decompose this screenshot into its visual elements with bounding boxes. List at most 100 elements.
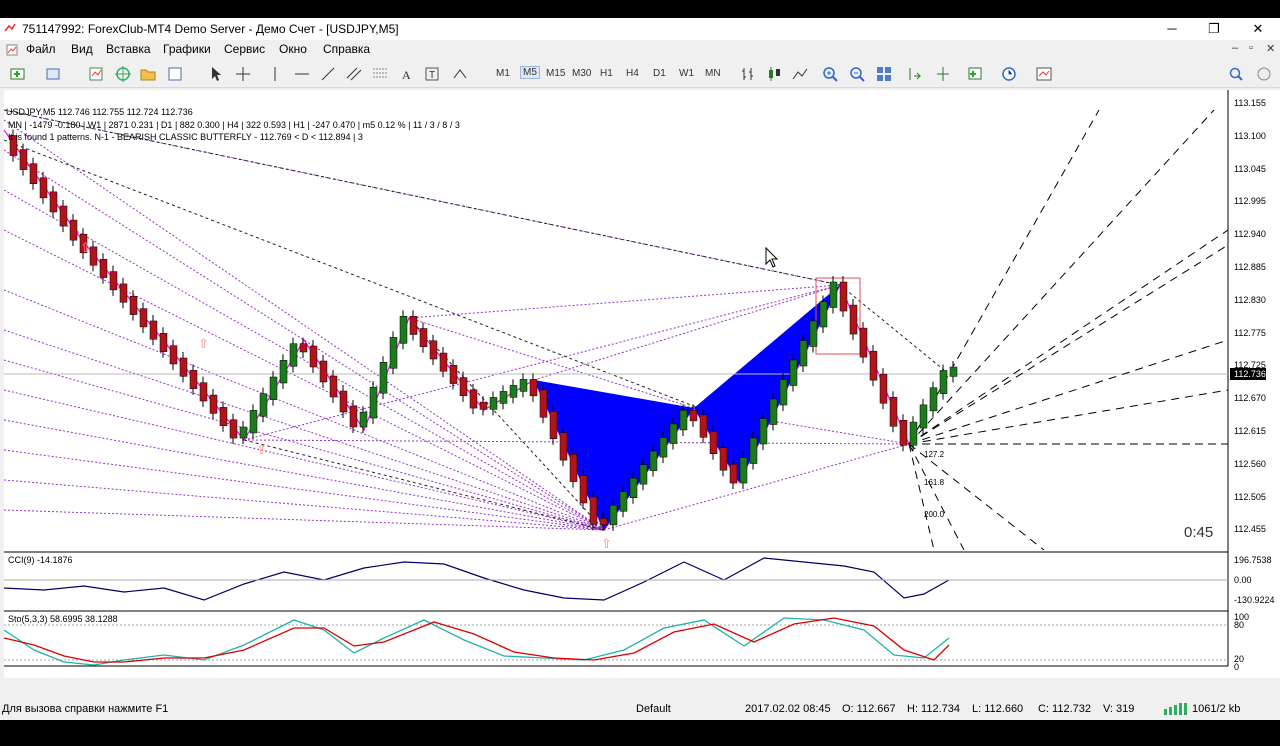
candle-body (719, 447, 728, 471)
current-price-tag: 112.736 (1234, 369, 1266, 379)
stoch-scale-0: 0 (1234, 662, 1240, 672)
time-axis-label: 2 Feb 08:50 (784, 736, 833, 746)
cci-scale-zero: 0.00 (1234, 575, 1252, 585)
candle-body (919, 404, 928, 429)
zoom-in-icon[interactable] (820, 64, 840, 84)
horizontal-line-icon[interactable] (292, 64, 312, 84)
candle-body (189, 370, 198, 389)
timeframe-w1[interactable]: W1 (679, 68, 694, 79)
folder-icon[interactable] (138, 64, 158, 84)
time-axis-label: 2 Feb 2017 (4, 736, 50, 746)
chart-shift-icon[interactable] (933, 64, 953, 84)
line-chart-icon[interactable] (790, 64, 810, 84)
timeframe-m1[interactable]: M1 (496, 68, 510, 79)
candlestick-icon[interactable] (764, 64, 784, 84)
candle-body (739, 457, 748, 484)
candle-body (869, 350, 878, 381)
periods-icon[interactable] (999, 64, 1019, 84)
time-axis-label: 2 Feb 07:30 (544, 736, 593, 746)
mdi-close-button[interactable]: ✕ (1266, 42, 1275, 55)
autoscroll-icon[interactable] (906, 64, 926, 84)
cursor-icon[interactable] (205, 64, 225, 84)
community-icon[interactable] (1254, 64, 1274, 84)
profiles-icon[interactable] (44, 64, 64, 84)
indicators-icon[interactable] (966, 64, 986, 84)
candle-body (149, 320, 158, 340)
candle-body (579, 475, 588, 504)
menu-insert[interactable]: Вставка (106, 42, 151, 56)
candle-body (419, 328, 428, 348)
candle-body (219, 407, 228, 426)
terminal-icon[interactable] (165, 64, 185, 84)
arrows-icon[interactable] (450, 64, 470, 84)
menu-view[interactable]: Вид (71, 42, 93, 56)
time-axis-label: 2 Feb 07:10 (484, 736, 533, 746)
chart-header-symbol: USDJPY,M5 112.746 112.755 112.724 112.73… (6, 107, 193, 117)
mouse-cursor-icon (765, 246, 779, 268)
chart-window-icon[interactable] (6, 44, 18, 56)
search-icon[interactable] (1226, 64, 1246, 84)
candle-body (369, 386, 378, 419)
mdi-minimize-button[interactable]: – (1232, 42, 1238, 54)
menu-tools[interactable]: Сервис (224, 42, 265, 56)
market-watch-icon[interactable] (86, 64, 106, 84)
timeframe-h4[interactable]: H4 (626, 68, 639, 79)
candle-body (699, 414, 708, 438)
restore-button[interactable]: ❐ (1192, 18, 1236, 40)
chart-canvas[interactable]: ⇧ ⇧ ⇧ ⇧ (4, 90, 1280, 678)
candle-body (629, 477, 638, 499)
candle-body (669, 423, 678, 444)
timeframe-d1[interactable]: D1 (653, 68, 666, 79)
candle-body (379, 362, 388, 394)
candle-body (659, 437, 668, 458)
chart-area[interactable]: ⇧ ⇧ ⇧ ⇧ USDJPY,M5 112.746 112.755 112.72… (4, 90, 1280, 746)
zoom-out-icon[interactable] (847, 64, 867, 84)
cci-scale-top: 196.7538 (1234, 555, 1272, 565)
candlesticks (9, 129, 958, 531)
candle-body (509, 385, 518, 398)
menu-window[interactable]: Окно (279, 42, 307, 56)
timeframe-h1[interactable]: H1 (600, 68, 613, 79)
menu-file[interactable]: Файл (26, 42, 56, 56)
bar-chart-icon[interactable] (738, 64, 758, 84)
status-low: L: 112.660 (972, 703, 1024, 715)
price-scale-label: 112.775 (1234, 327, 1266, 338)
mdi-restore-button[interactable]: ▫ (1249, 42, 1253, 54)
candle-body (939, 370, 948, 394)
timeframe-mn[interactable]: MN (705, 68, 721, 79)
up-arrow-marker: ⇧ (80, 240, 91, 255)
minimize-button[interactable]: ─ (1150, 18, 1194, 40)
time-axis-label: 2 Feb 06:30 (364, 736, 413, 746)
channel-icon[interactable] (344, 64, 364, 84)
text-label-icon[interactable]: T (422, 64, 442, 84)
candle-body (749, 437, 758, 464)
candle-body (319, 360, 328, 383)
trendline-icon[interactable] (318, 64, 338, 84)
templates-icon[interactable] (1034, 64, 1054, 84)
vertical-line-icon[interactable] (265, 64, 285, 84)
candle-body (99, 258, 108, 278)
timeframe-m30[interactable]: M30 (572, 68, 591, 79)
status-help: Для вызова справки нажмите F1 (2, 703, 169, 715)
cci-line (4, 557, 950, 601)
candle-body (499, 391, 508, 404)
close-button[interactable]: ✕ (1236, 18, 1280, 40)
candle-body (259, 393, 268, 417)
navigator-icon[interactable] (113, 64, 133, 84)
candle-body (399, 315, 408, 344)
fibonacci-icon[interactable] (370, 64, 390, 84)
crosshair-icon[interactable] (233, 64, 253, 84)
timeframe-m5[interactable]: M5 (520, 66, 540, 79)
status-volume: V: 319 (1103, 703, 1135, 715)
menu-help[interactable]: Справка (323, 42, 370, 56)
candle-body (829, 281, 838, 308)
menu-charts[interactable]: Графики (163, 42, 211, 56)
timeframe-m15[interactable]: M15 (546, 68, 565, 79)
time-axis-label: 2 Feb 05:30 (184, 736, 233, 746)
candle-body (689, 410, 698, 422)
text-icon[interactable]: A (396, 64, 416, 84)
candle-body (899, 420, 908, 446)
connection-icon[interactable] (1163, 703, 1189, 715)
new-chart-icon[interactable] (8, 64, 28, 84)
tile-windows-icon[interactable] (874, 64, 894, 84)
